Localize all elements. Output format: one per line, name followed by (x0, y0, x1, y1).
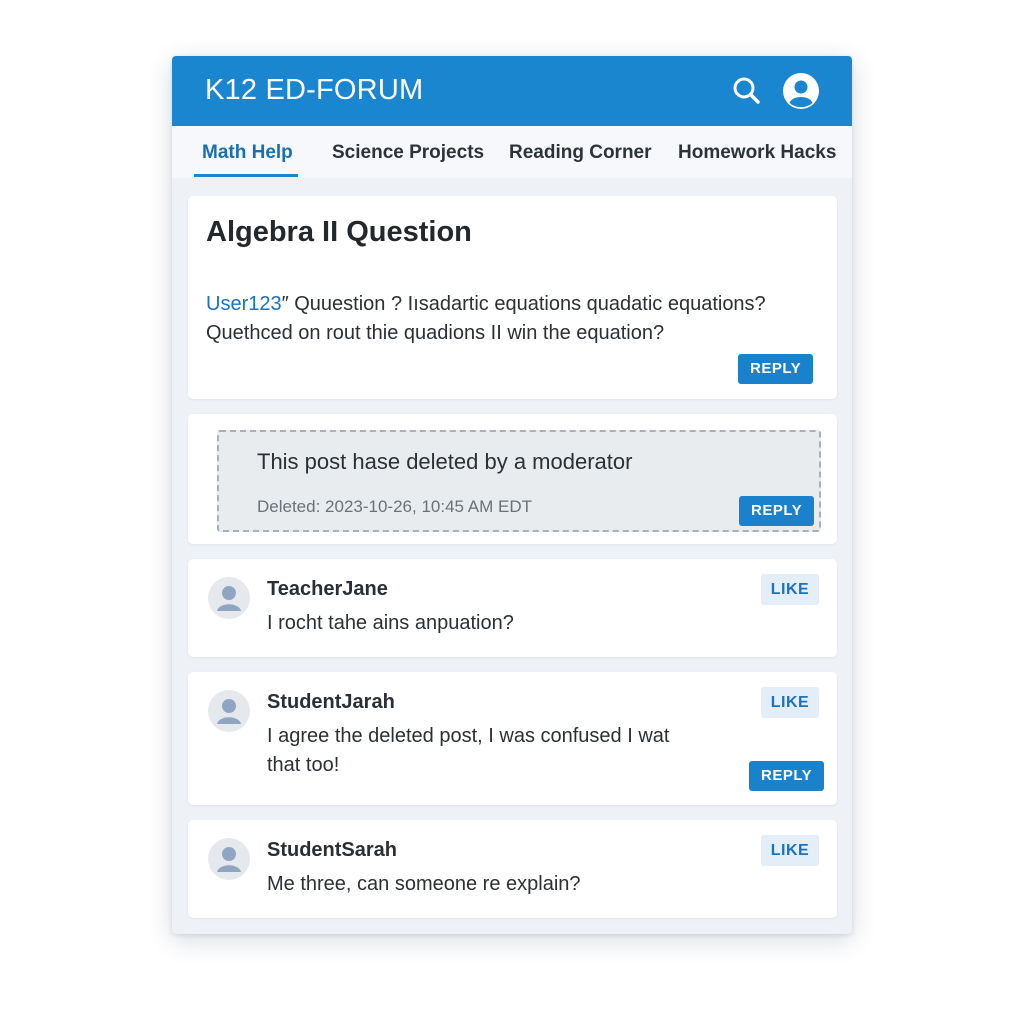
forum-brand[interactable]: K12 ED-FORUM (205, 74, 423, 107)
post-title: Algebra II Question (206, 216, 472, 248)
like-button[interactable]: LIKE (761, 574, 819, 605)
user-profile-icon[interactable] (782, 72, 820, 110)
deleted-post-placeholder: This post hase deleted by a moderator De… (217, 430, 821, 532)
forum-app: K12 ED-FORUM Math Help Science Projects … (172, 56, 852, 934)
like-button[interactable]: LIKE (761, 687, 819, 718)
search-icon[interactable] (728, 72, 766, 110)
tab-science-projects[interactable]: Science Projects (332, 142, 484, 164)
deleted-post-card: This post hase deleted by a moderator De… (188, 414, 837, 544)
comment-username[interactable]: TeacherJane (267, 578, 388, 601)
reply-button[interactable]: REPLY (738, 354, 814, 384)
deleted-message: This post hase deleted by a moderator (257, 449, 633, 474)
comment-card: TeacherJane I rocht tahe ains anpuation?… (188, 559, 837, 657)
post-author-link[interactable]: User123 (206, 293, 282, 315)
post-body-text: ″ Quuestion ? Iısadartic equations quada… (206, 293, 766, 344)
comment-text: I rocht tahe ains anpuation? (267, 612, 514, 634)
comment-text: Me three, can someone re explain? (267, 873, 581, 895)
avatar-icon (208, 690, 250, 732)
avatar-icon (208, 838, 250, 880)
like-button[interactable]: LIKE (761, 835, 819, 866)
deleted-timestamp: Deleted: 2023-10-26, 10:45 AM EDT (257, 497, 532, 516)
post-body: User123″ Quuestion ? Iısadartic equation… (206, 290, 816, 348)
tab-homework-hacks[interactable]: Homework Hacks (678, 142, 836, 164)
tab-math-help[interactable]: Math Help (202, 142, 293, 164)
comment-username[interactable]: StudentJarah (267, 691, 395, 714)
app-header: K12 ED-FORUM (172, 56, 852, 126)
deleted-post-reply-button[interactable]: REPLY (739, 496, 815, 526)
original-post: Algebra II Question User123″ Quuestion ?… (188, 196, 837, 399)
comment-reply-button[interactable]: REPLY (749, 761, 825, 791)
tab-reading-corner[interactable]: Reading Corner (509, 142, 652, 164)
category-tabs: Math Help Science Projects Reading Corne… (172, 126, 852, 178)
avatar-icon (208, 577, 250, 619)
active-tab-indicator (194, 174, 298, 177)
comment-card: StudentSarah Me three, can someone re ex… (188, 820, 837, 918)
comment-text: I agree the deleted post, I was confused… (267, 725, 670, 776)
comment-card: StudentJarah I agree the deleted post, I… (188, 672, 837, 805)
comment-username[interactable]: StudentSarah (267, 839, 397, 862)
